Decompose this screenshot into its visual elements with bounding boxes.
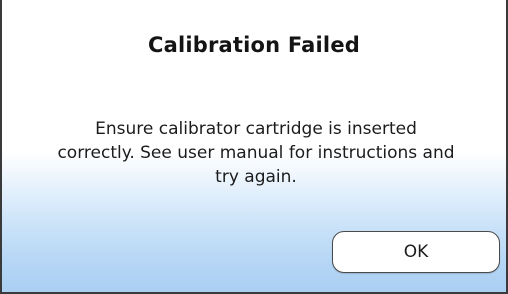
message-line-3: try again. (215, 167, 297, 187)
message-line-2: correctly. See user manual for instructi… (57, 143, 455, 163)
calibration-error-dialog: Calibration Failed Ensure calibrator car… (0, 0, 508, 294)
dialog-title: Calibration Failed (147, 33, 361, 57)
dialog-message: Ensure calibrator cartridge is inserted … (6, 117, 506, 189)
message-line-1: Ensure calibrator cartridge is inserted (95, 119, 417, 139)
ok-button[interactable]: OK (332, 231, 500, 273)
